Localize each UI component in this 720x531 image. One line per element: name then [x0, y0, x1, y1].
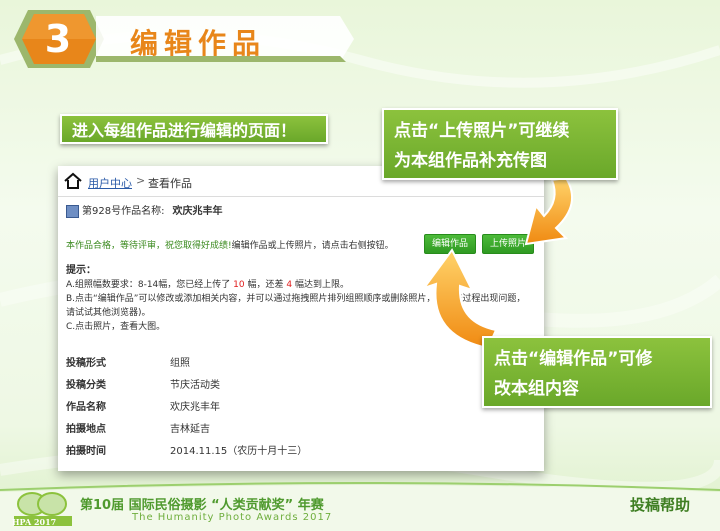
tip-a: A.组照幅数要求：8-14幅，您已经上传了 10 幅，还差 4 幅达到上限。	[66, 278, 536, 292]
tip-a-text: A.组照幅数要求：8-14幅，您已经上传了	[66, 280, 231, 290]
status-approved-text: 本作品合格，等待评审，祝您取得好成绩!	[66, 241, 232, 251]
upload-callout: 点击“上传照片”可继续 为本组作品补充传图	[382, 108, 618, 180]
edit-callout-line2: 改本组内容	[494, 379, 579, 399]
contest-subtitle: The Humanity Photo Awards 2017	[132, 512, 333, 523]
edit-callout-prefix: 点击“	[494, 349, 540, 369]
edit-callout-quote: 编辑作品	[539, 349, 608, 369]
upload-callout-suffix: ”可继续	[507, 121, 570, 141]
work-number-label: 第928号作品名称:	[82, 206, 165, 217]
edit-callout-line1: 点击“编辑作品”可修	[494, 344, 700, 374]
tip-a-post: 幅达到上限。	[295, 280, 350, 290]
info-label: 拍摄时间	[66, 446, 106, 457]
info-row: 拍摄地点 吉林延吉	[66, 420, 366, 442]
tip-c: C.点击照片，查看大图。	[66, 322, 166, 332]
screenshot-panel: 用户中心 > 查看作品 第928号作品名称: 欢庆兆丰年 本作品合格，等待评审，祝…	[58, 166, 544, 471]
info-value: 节庆活动类	[170, 380, 220, 391]
work-title-row: 第928号作品名称: 欢庆兆丰年	[66, 202, 222, 218]
edit-work-button[interactable]: 编辑作品	[424, 234, 476, 254]
info-row: 投稿形式 组照	[66, 354, 366, 376]
tip-b-cont: 请试试其他浏览器)。	[66, 308, 151, 318]
home-icon[interactable]	[64, 172, 82, 190]
info-value: 欢庆兆丰年	[170, 402, 220, 413]
logo-text: HPA 2017	[12, 517, 57, 527]
step-number: 3	[44, 17, 72, 61]
help-label[interactable]: 投稿帮助	[630, 494, 690, 515]
status-line: 本作品合格，等待评审，祝您取得好成绩!编辑作品或上传照片，请点击右侧按钮。	[66, 238, 394, 251]
upload-callout-quote: 上传照片	[439, 121, 508, 141]
breadcrumb-user-center-link[interactable]: 用户中心	[88, 175, 132, 191]
info-value: 2014.11.15（农历十月十三）	[170, 446, 308, 457]
info-row: 拍摄时间 2014.11.15（农历十月十三）	[66, 442, 366, 464]
info-row: 投稿分类 节庆活动类	[66, 376, 366, 398]
uploaded-count: 10	[233, 280, 245, 290]
upload-photos-button[interactable]: 上传照片	[482, 234, 534, 254]
info-value: 组照	[170, 358, 190, 369]
page-title: 编辑作品	[130, 27, 267, 60]
remaining-count: 4	[286, 280, 293, 290]
upload-callout-line2: 为本组作品补充传图	[394, 151, 547, 171]
edit-callout-suffix: ”可修	[607, 349, 653, 369]
edit-callout: 点击“编辑作品”可修 改本组内容	[482, 336, 712, 408]
intro-callout: 进入每组作品进行编辑的页面！	[60, 114, 328, 144]
tip-b: B.点击“编辑作品”可以修改或添加相关内容，并可以通过拖拽照片排列组照顺序或删除…	[66, 294, 526, 304]
info-label: 投稿分类	[66, 380, 106, 391]
tips-block: 提示： A.组照幅数要求：8-14幅，您已经上传了 10 幅，还差 4 幅达到上…	[66, 264, 536, 334]
info-label: 投稿形式	[66, 358, 106, 369]
upload-callout-prefix: 点击“	[394, 121, 440, 141]
tips-heading: 提示：	[66, 265, 96, 276]
work-name: 欢庆兆丰年	[172, 206, 223, 217]
photo-icon	[66, 204, 79, 218]
info-value: 吉林延吉	[170, 424, 210, 435]
info-label: 拍摄地点	[66, 424, 106, 435]
breadcrumb-separator: >	[136, 174, 146, 187]
status-hint-text: 编辑作品或上传照片，请点击右侧按钮。	[231, 241, 394, 251]
info-label: 作品名称	[66, 402, 106, 413]
breadcrumb-current: 查看作品	[148, 177, 192, 190]
upload-callout-line1: 点击“上传照片”可继续	[394, 116, 606, 146]
contest-title: 第10届 国际民俗摄影 “人类贡献奖” 年赛	[80, 498, 324, 513]
tip-a-mid: 幅，还差	[247, 280, 284, 290]
info-row: 作品名称 欢庆兆丰年	[66, 398, 366, 420]
